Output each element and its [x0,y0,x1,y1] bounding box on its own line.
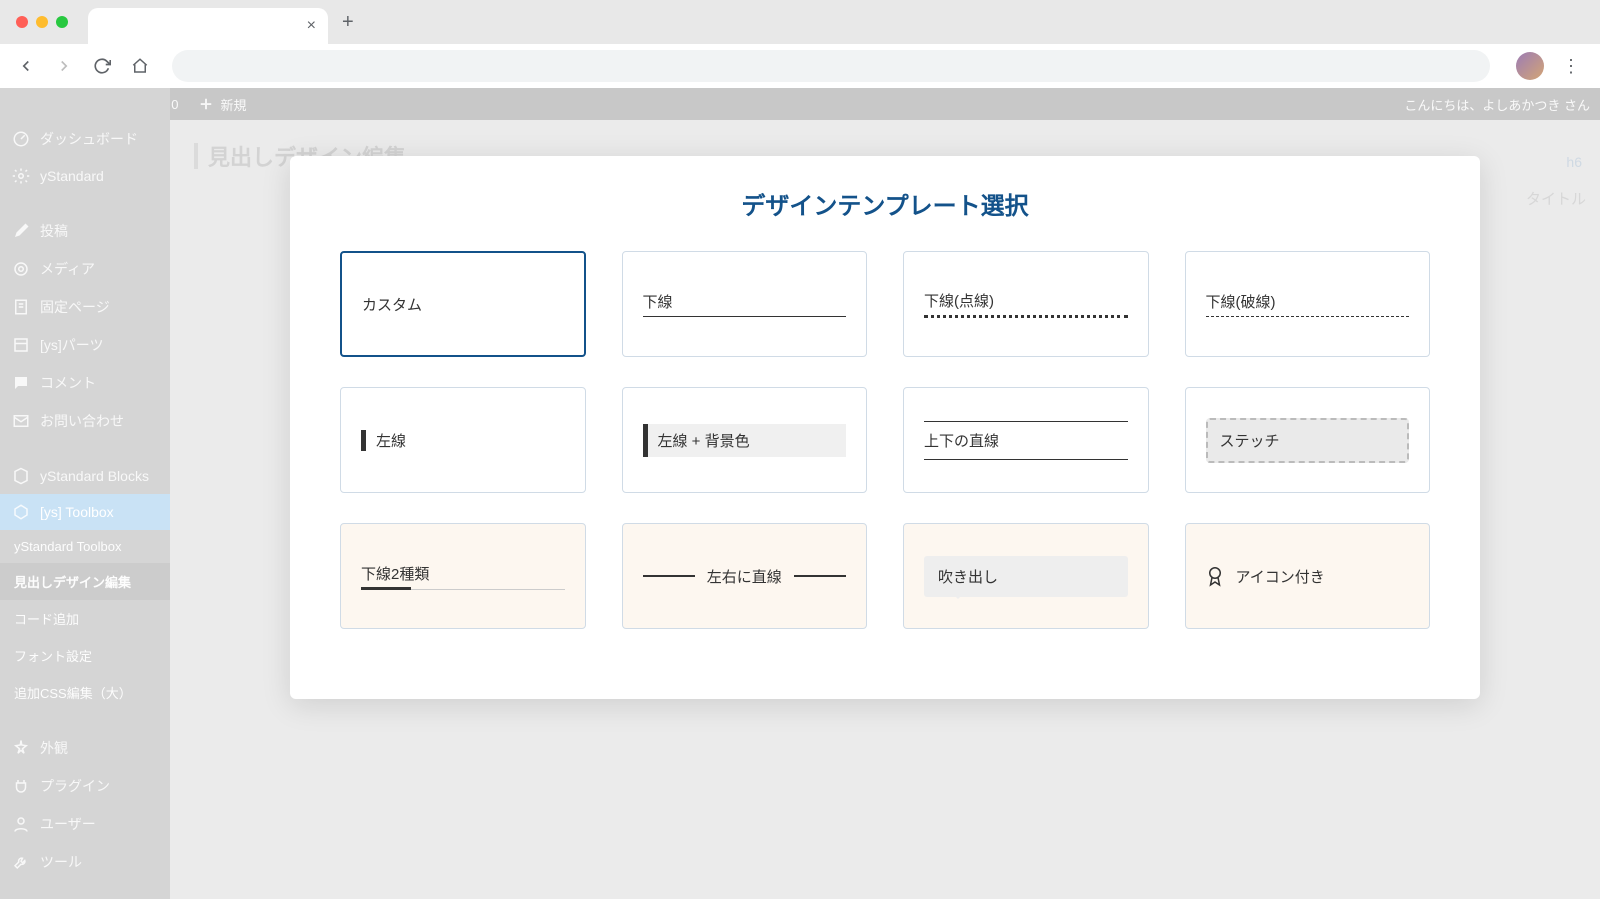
sidebar-item-label: [ys]パーツ [40,335,104,355]
wp-sidebar: ダッシュボード yStandard 投稿 メディア 固定ページ [ys]パーツ … [0,88,170,899]
template-label: 下線2種類 [361,566,429,583]
new-content-link[interactable]: 新規 [197,95,247,114]
modal-title: デザインテンプレート選択 [340,186,1430,221]
browser-tab[interactable]: × [88,8,328,44]
sidebar-item-appearance[interactable]: 外観 [0,729,170,767]
template-card-icon[interactable]: アイコン付き [1185,523,1431,629]
sidebar-item-tools[interactable]: ツール [0,843,170,881]
decorative-line [794,575,846,577]
sidebar-item-plugins[interactable]: プラグイン [0,767,170,805]
template-label: 下線(点線) [924,293,994,310]
sidebar-item-ystoolbox[interactable]: [ys] Toolbox [0,494,170,530]
decorative-line [643,575,695,577]
sidebar-item-label: 投稿 [40,221,68,241]
template-grid: カスタム 下線 下線(点線) 下線(破線) 左線 [340,251,1430,629]
sidebar-item-label: [ys] Toolbox [40,504,114,520]
sidebar-item-label: コード追加 [14,609,79,628]
template-label: 左線 [376,433,406,450]
wp-content: 見出しデザイン編集 h6 タイトル デザインテンプレート選択 カスタム 下線 下… [170,88,1600,899]
back-button[interactable] [12,52,40,80]
template-card-speech[interactable]: 吹き出し [903,523,1149,629]
template-label: 吹き出し [938,569,998,586]
sidebar-item-label: 固定ページ [40,297,110,317]
sidebar-item-ysblocks[interactable]: yStandard Blocks [0,458,170,494]
sidebar-sub-code-add[interactable]: コード追加 [0,600,170,637]
template-label: 下線(破線) [1206,294,1276,311]
template-label: ステッチ [1220,433,1280,450]
sidebar-item-label: 見出しデザイン編集 [14,572,131,591]
sidebar-item-label: yStandard [40,168,104,184]
template-card-leftborder-bg[interactable]: 左線 + 背景色 [622,387,868,493]
sidebar-item-label: フォント設定 [14,646,92,665]
sidebar-sub-toolbox[interactable]: yStandard Toolbox [0,530,170,563]
template-label: 下線 [643,294,673,311]
template-label: 上下の直線 [924,433,999,450]
template-card-updown[interactable]: 上下の直線 [903,387,1149,493]
template-card-underline2[interactable]: 下線2種類 [340,523,586,629]
sidebar-item-users[interactable]: ユーザー [0,805,170,843]
window-maximize-button[interactable] [56,16,68,28]
window-controls [16,16,68,28]
profile-avatar[interactable] [1516,52,1544,80]
sidebar-item-media[interactable]: メディア [0,250,170,288]
template-label: カスタム [362,297,422,314]
sidebar-item-contact[interactable]: お問い合わせ [0,402,170,440]
sidebar-item-label: お問い合わせ [40,411,124,431]
sidebar-item-dashboard[interactable]: ダッシュボード [0,120,170,158]
sidebar-item-label: 外観 [40,738,68,758]
template-label: 左線 + 背景色 [658,433,750,450]
wp-adminbar: yStandard 0 新規 こんにちは、よしあかつき さん [0,88,1600,120]
sidebar-item-label: ツール [40,852,82,872]
browser-menu-button[interactable]: ⋮ [1554,56,1588,77]
template-card-underline-dotted[interactable]: 下線(点線) [903,251,1149,357]
sidebar-item-label: yStandard Toolbox [14,539,121,554]
template-card-stitch[interactable]: ステッチ [1185,387,1431,493]
template-card-sidelines[interactable]: 左右に直線 [622,523,868,629]
forward-button[interactable] [50,52,78,80]
user-greeting[interactable]: こんにちは、よしあかつき さん [1404,95,1590,114]
award-icon [1206,564,1224,588]
window-minimize-button[interactable] [36,16,48,28]
sidebar-item-label: ダッシュボード [40,129,138,149]
template-label: 左右に直線 [707,566,782,587]
sidebar-item-comments[interactable]: コメント [0,364,170,402]
design-template-modal: デザインテンプレート選択 カスタム 下線 下線(点線) 下線(破線) [290,156,1480,699]
sidebar-sub-css[interactable]: 追加CSS編集（大） [0,674,170,711]
sidebar-item-label: ユーザー [40,814,96,834]
sidebar-item-posts[interactable]: 投稿 [0,212,170,250]
address-bar[interactable] [172,50,1490,82]
new-tab-button[interactable]: + [342,11,354,34]
window-close-button[interactable] [16,16,28,28]
sidebar-item-label: コメント [40,373,96,393]
sidebar-item-ysparts[interactable]: [ys]パーツ [0,326,170,364]
sidebar-item-label: yStandard Blocks [40,468,149,484]
browser-chrome: × + ⋮ [0,0,1600,88]
tab-close-icon[interactable]: × [307,17,316,35]
template-label: アイコン付き [1236,566,1325,587]
browser-toolbar: ⋮ [0,44,1600,88]
comment-count: 0 [171,97,178,112]
sidebar-item-pages[interactable]: 固定ページ [0,288,170,326]
reload-button[interactable] [88,52,116,80]
browser-tab-bar: × + [0,0,1600,44]
template-card-leftborder[interactable]: 左線 [340,387,586,493]
sidebar-item-ystandard[interactable]: yStandard [0,158,170,194]
sidebar-item-label: プラグイン [40,776,110,796]
template-card-underline-dashed[interactable]: 下線(破線) [1185,251,1431,357]
template-card-custom[interactable]: カスタム [340,251,586,357]
template-card-underline[interactable]: 下線 [622,251,868,357]
wp-admin: yStandard 0 新規 こんにちは、よしあかつき さん ダッシュボード y… [0,88,1600,899]
modal-overlay[interactable]: デザインテンプレート選択 カスタム 下線 下線(点線) 下線(破線) [170,120,1600,899]
new-label: 新規 [221,95,247,114]
sidebar-sub-font[interactable]: フォント設定 [0,637,170,674]
sidebar-sub-heading-design[interactable]: 見出しデザイン編集 [0,563,170,600]
sidebar-item-label: メディア [40,259,95,279]
sidebar-item-label: 追加CSS編集（大） [14,683,132,702]
home-button[interactable] [126,52,154,80]
